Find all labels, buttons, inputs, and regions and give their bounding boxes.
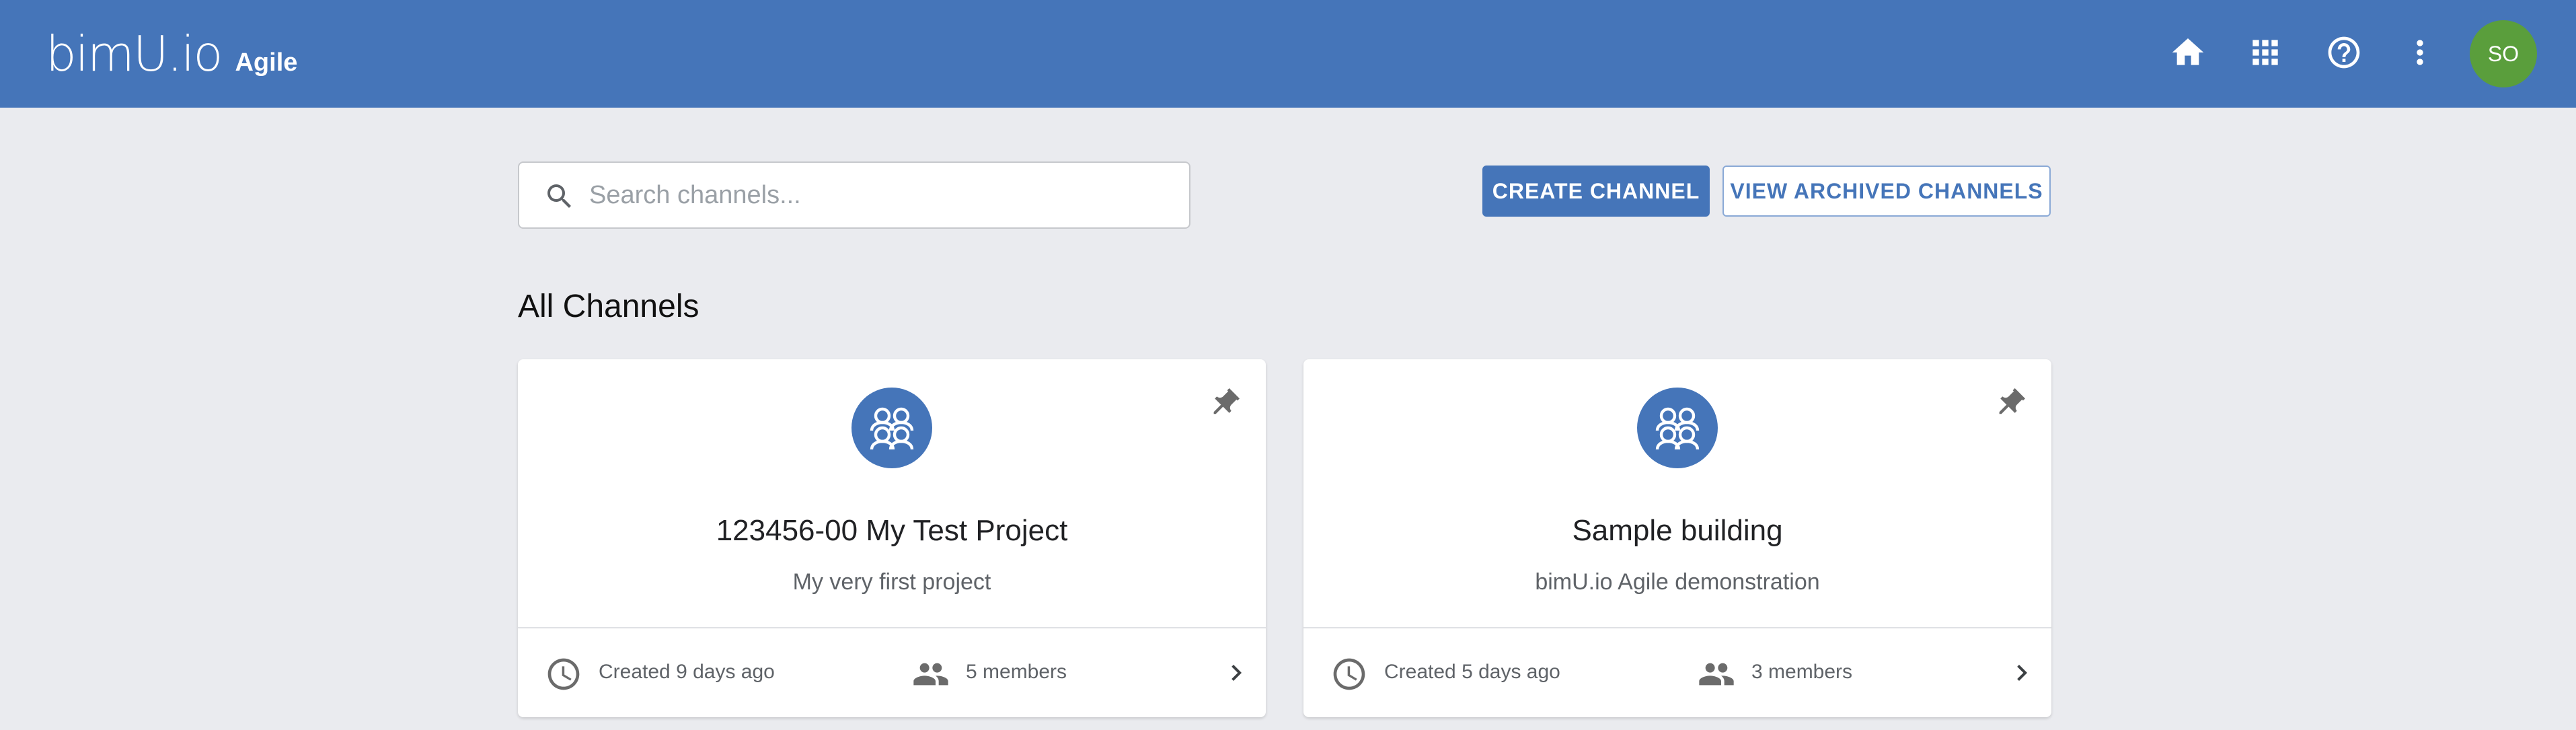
channel-description: bimU.io Agile demonstration <box>1535 569 1820 595</box>
channel-group-icon <box>1637 388 1718 468</box>
card-footer: Created 5 days ago 3 members <box>1303 628 2051 717</box>
clock-icon <box>1330 655 1368 693</box>
brand[interactable]: bimU.io Agile <box>46 20 297 87</box>
channel-card[interactable]: 123456-00 My Test Project My very first … <box>518 359 1266 717</box>
clock-icon <box>545 655 582 693</box>
pin-icon <box>1213 388 1240 414</box>
created-time: Created 9 days ago <box>599 661 775 683</box>
create-channel-button[interactable]: CREATE CHANNEL <box>1482 166 1710 217</box>
section-title: All Channels <box>518 289 699 324</box>
search-icon <box>547 184 571 208</box>
apps-button[interactable] <box>2242 30 2289 77</box>
member-count: 3 members <box>1751 661 1853 683</box>
home-button[interactable] <box>2164 30 2211 77</box>
channel-title: Sample building <box>1572 514 1783 547</box>
help-button[interactable] <box>2320 30 2367 77</box>
top-app-bar: bimU.io Agile SO <box>0 0 2576 108</box>
channel-title: 123456-00 My Test Project <box>716 514 1068 547</box>
home-icon <box>2169 34 2207 75</box>
channel-description: My very first project <box>792 569 991 595</box>
pin-icon <box>1999 388 2025 414</box>
search-box[interactable] <box>518 161 1190 229</box>
apps-grid-icon <box>2246 34 2284 75</box>
more-options-button[interactable] <box>2396 30 2444 77</box>
channel-group-icon <box>851 388 932 468</box>
pin-button[interactable] <box>1992 386 2027 421</box>
member-count: 5 members <box>966 661 1067 683</box>
user-avatar[interactable]: SO <box>2470 20 2537 87</box>
card-footer: Created 9 days ago 5 members <box>518 628 1266 717</box>
view-archived-channels-button[interactable]: VIEW ARCHIVED CHANNELS <box>1722 166 2051 217</box>
help-icon <box>2325 34 2363 75</box>
channel-card[interactable]: Sample building bimU.io Agile demonstrat… <box>1303 359 2051 717</box>
chevron-right-icon[interactable] <box>2006 657 2038 689</box>
more-vert-icon <box>2401 34 2439 75</box>
brand-logo: bimU.io <box>46 26 223 82</box>
pin-button[interactable] <box>1207 386 1242 421</box>
people-icon <box>912 655 950 693</box>
chevron-right-icon[interactable] <box>1220 657 1252 689</box>
people-icon <box>1698 655 1735 693</box>
created-time: Created 5 days ago <box>1384 661 1560 683</box>
search-input[interactable] <box>589 170 1168 221</box>
app-name: Agile <box>235 48 298 77</box>
